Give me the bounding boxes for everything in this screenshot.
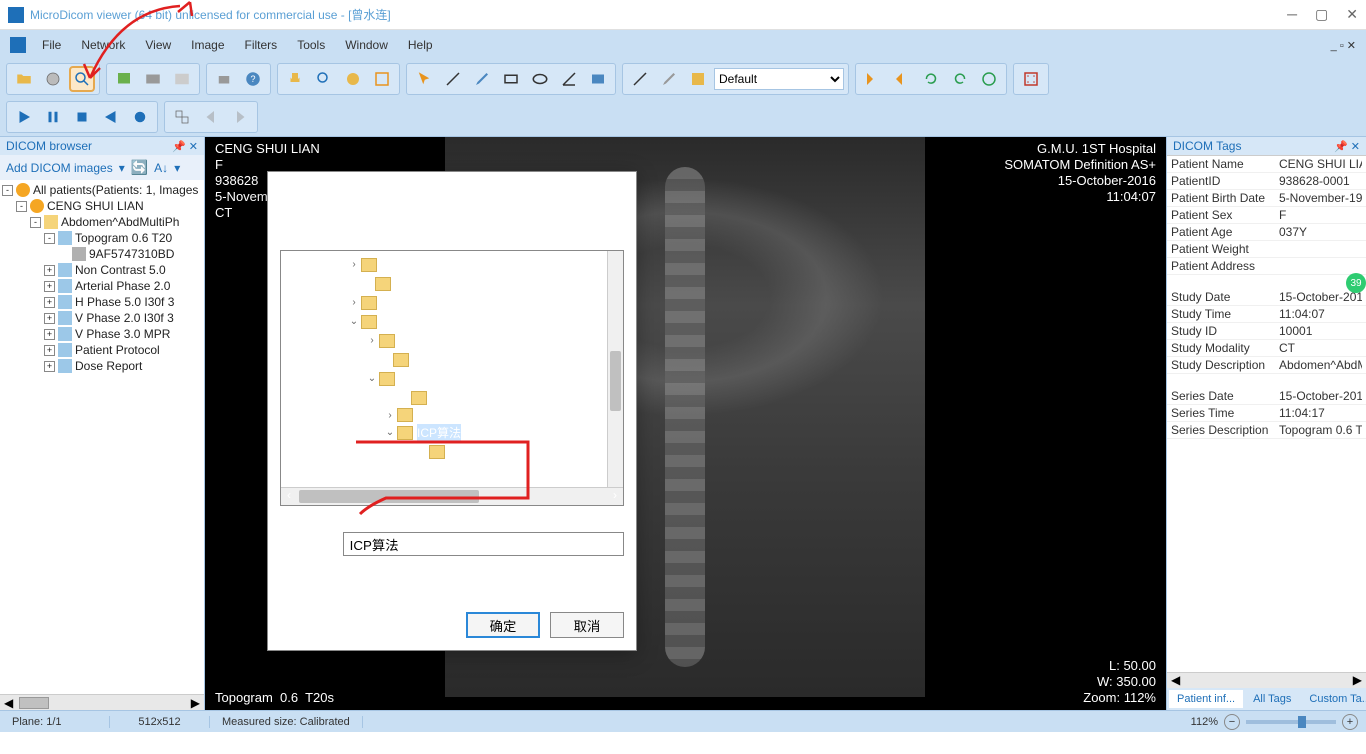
close-button[interactable]: ✕ <box>1346 6 1358 23</box>
tab-custom-tags[interactable]: Custom Ta... <box>1301 690 1366 708</box>
menu-window[interactable]: Window <box>335 34 398 56</box>
tags-pin-icon[interactable]: 📌 ✕ <box>1334 140 1360 153</box>
help-button[interactable]: ? <box>240 66 266 92</box>
zoom-in-button[interactable]: + <box>1342 714 1358 730</box>
stop-button[interactable] <box>69 104 95 130</box>
export-image-button[interactable] <box>169 66 195 92</box>
maximize-button[interactable]: ▢ <box>1315 6 1328 23</box>
prev-button[interactable] <box>198 104 224 130</box>
rotate-cw-button[interactable] <box>947 66 973 92</box>
play-button[interactable] <box>11 104 37 130</box>
open-folder-button[interactable] <box>11 66 37 92</box>
minimize-button[interactable]: ─ <box>1287 6 1297 23</box>
tags-hscroll[interactable]: ◀▶ <box>1167 672 1366 688</box>
status-plane: Plane: 1/1 <box>0 716 110 728</box>
pointer-tool-button[interactable] <box>411 66 437 92</box>
menu-help[interactable]: Help <box>398 34 443 56</box>
dialog-subtitle: Select a DICOM directory: <box>268 202 636 244</box>
select-directory-dialog: Select a DICOM directory: ✕ Select a DIC… <box>267 171 637 651</box>
scan-directory-button[interactable] <box>69 66 95 92</box>
flip-v-button[interactable] <box>889 66 915 92</box>
toolbar-row-2 <box>0 98 1366 136</box>
add-dicom-link[interactable]: Add DICOM images <box>6 161 113 175</box>
rectangle-tool-button[interactable] <box>498 66 524 92</box>
titlebar: MicroDicom viewer (64 bit) unlicensed fo… <box>0 0 1366 30</box>
dialog-vscroll[interactable] <box>607 251 623 487</box>
export-video-button[interactable] <box>140 66 166 92</box>
notification-badge[interactable]: 39 <box>1346 273 1366 293</box>
layout-button[interactable] <box>1018 66 1044 92</box>
menu-filters[interactable]: Filters <box>235 34 288 56</box>
save-image-button[interactable] <box>111 66 137 92</box>
status-size: 512x512 <box>110 716 210 728</box>
dialog-close-button[interactable]: ✕ <box>611 182 624 202</box>
menu-image[interactable]: Image <box>181 34 234 56</box>
browser-tree[interactable]: -All patients(Patients: 1, Images -CENG … <box>0 180 204 694</box>
overlay-bottom-left: Topogram 0.6 T20s <box>215 690 334 706</box>
pin-icon[interactable]: 📌 ✕ <box>172 140 198 153</box>
zoom-label: 112% <box>1191 716 1218 728</box>
text-tool-button[interactable] <box>585 66 611 92</box>
preset-select[interactable]: Default <box>714 68 844 90</box>
pencil-tool-button[interactable] <box>469 66 495 92</box>
toolbar-row-1: ? Default <box>0 60 1366 98</box>
zoom-slider[interactable] <box>1246 720 1336 724</box>
mdi-controls[interactable]: _ ▫ ✕ <box>1331 39 1362 52</box>
tags-grid[interactable]: Patient NameCENG SHUI LIANPatientID93862… <box>1167 155 1366 672</box>
open-cd-button[interactable] <box>40 66 66 92</box>
loop-button[interactable] <box>127 104 153 130</box>
line-tool-button[interactable] <box>440 66 466 92</box>
menu-tools[interactable]: Tools <box>287 34 335 56</box>
menubar: File Network View Image Filters Tools Wi… <box>0 30 1366 60</box>
overlay-top-right: G.M.U. 1ST Hospital SOMATOM Definition A… <box>1004 141 1156 205</box>
dicom-browser-panel: DICOM browser 📌 ✕ Add DICOM images ▾ 🔄 A… <box>0 137 205 710</box>
ellipse-tool-button[interactable] <box>527 66 553 92</box>
ok-button[interactable]: 确定 <box>466 612 540 638</box>
reset-button[interactable] <box>976 66 1002 92</box>
angle-tool-button[interactable] <box>556 66 582 92</box>
next-button[interactable] <box>227 104 253 130</box>
rotate-ccw-button[interactable] <box>918 66 944 92</box>
cancel-button[interactable]: 取消 <box>550 612 624 638</box>
magnify-button[interactable] <box>340 66 366 92</box>
pause-button[interactable] <box>40 104 66 130</box>
zoom-button[interactable] <box>311 66 337 92</box>
print-button[interactable] <box>211 66 237 92</box>
tags-title: DICOM Tags <box>1173 139 1241 153</box>
flip-h-button[interactable] <box>860 66 886 92</box>
browser-hscroll[interactable]: ◀▶ <box>0 694 204 710</box>
status-measured: Measured size: Calibrated <box>210 716 363 728</box>
dicom-tags-panel: DICOM Tags 📌 ✕ Patient NameCENG SHUI LIA… <box>1166 137 1366 710</box>
sync-button[interactable] <box>169 104 195 130</box>
app-icon <box>8 7 24 23</box>
lut-button[interactable] <box>685 66 711 92</box>
edit-preset-button[interactable] <box>656 66 682 92</box>
zoom-out-button[interactable]: − <box>1224 714 1240 730</box>
pan-button[interactable] <box>282 66 308 92</box>
window-level-button[interactable] <box>627 66 653 92</box>
fit-button[interactable] <box>369 66 395 92</box>
dialog-folder-tree[interactable]: ›飞思卡尔 汇报 ›机器学习资料 ⌄图像处理 ›分割 配准 ⌄配准图像论文 CT… <box>280 250 624 506</box>
tab-patient-info[interactable]: Patient inf... <box>1169 690 1243 708</box>
refresh-icon[interactable]: 🔄 <box>131 159 148 176</box>
sort-icon[interactable]: A↓ <box>154 161 168 175</box>
dialog-title: Select a DICOM directory: <box>280 185 419 199</box>
svg-text:?: ? <box>250 74 255 84</box>
main-area: DICOM browser 📌 ✕ Add DICOM images ▾ 🔄 A… <box>0 136 1366 710</box>
app-icon-small <box>10 37 26 53</box>
menu-file[interactable]: File <box>32 34 71 56</box>
folder-input[interactable] <box>343 532 624 556</box>
prev-frame-button[interactable] <box>98 104 124 130</box>
tab-all-tags[interactable]: All Tags <box>1245 690 1299 708</box>
overlay-bottom-right: L: 50.00 W: 350.00 Zoom: 112% <box>1083 658 1156 706</box>
folder-label: 文件夹(F): <box>280 536 335 553</box>
dialog-hscroll[interactable]: ‹› <box>281 487 623 505</box>
browser-title: DICOM browser <box>6 139 92 153</box>
menu-network[interactable]: Network <box>71 34 135 56</box>
menu-view[interactable]: View <box>135 34 181 56</box>
window-title: MicroDicom viewer (64 bit) unlicensed fo… <box>30 6 391 23</box>
statusbar: Plane: 1/1 512x512 Measured size: Calibr… <box>0 710 1366 732</box>
image-viewport[interactable]: CENG SHUI LIAN F 938628 5-Novem CT G.M.U… <box>205 137 1166 710</box>
